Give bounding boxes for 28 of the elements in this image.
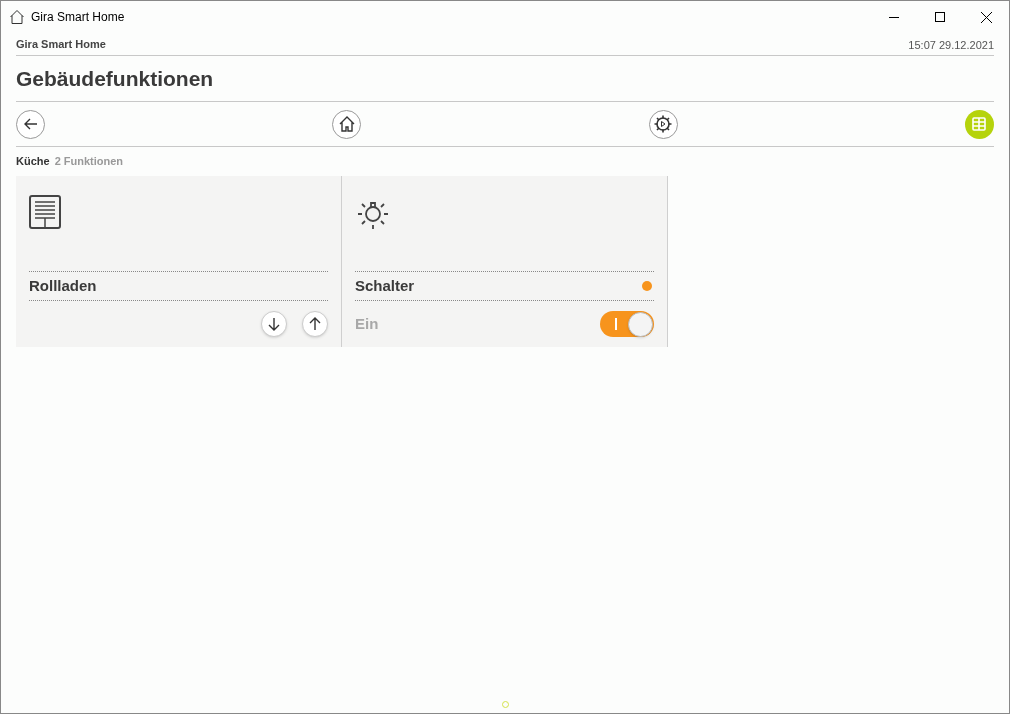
function-tile[interactable]: Schalter Ein bbox=[342, 176, 668, 347]
date-time: 15:07 29.12.2021 bbox=[908, 37, 994, 53]
down-button[interactable] bbox=[261, 311, 287, 337]
gear-icon bbox=[653, 114, 674, 134]
scenes-nav-button[interactable] bbox=[648, 109, 678, 139]
function-name: Rollladen bbox=[29, 275, 97, 296]
down-arrow-icon bbox=[268, 317, 280, 331]
home-nav-button[interactable] bbox=[332, 109, 362, 139]
back-arrow-icon bbox=[22, 116, 39, 132]
home-icon bbox=[337, 115, 356, 133]
up-button[interactable] bbox=[302, 311, 328, 337]
close-icon bbox=[980, 11, 992, 23]
room-name: Küche bbox=[16, 154, 50, 170]
function-count: 2 Funktionen bbox=[54, 154, 124, 170]
home-icon bbox=[9, 9, 25, 25]
toggle-switch[interactable] bbox=[600, 311, 654, 337]
up-arrow-icon bbox=[309, 317, 321, 331]
page-title: Gebäudefunktionen bbox=[16, 65, 214, 92]
back-nav-button[interactable] bbox=[16, 109, 45, 139]
shutter-icon bbox=[29, 195, 61, 229]
minimize-icon bbox=[889, 16, 899, 18]
app-name: Gira Smart Home bbox=[16, 36, 106, 52]
maximize-icon bbox=[935, 12, 945, 22]
function-name: Schalter bbox=[355, 275, 415, 296]
function-tile[interactable]: Rollladen bbox=[16, 176, 342, 347]
grid-icon bbox=[971, 116, 988, 132]
window-title: Gira Smart Home bbox=[31, 9, 125, 26]
switch-state-label: Ein bbox=[355, 313, 379, 334]
